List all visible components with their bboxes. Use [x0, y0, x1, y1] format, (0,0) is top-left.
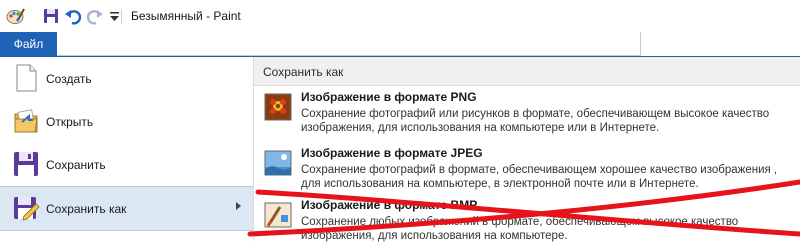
save-as-bmp-option[interactable]: Изображение в формате BMP Сохранение люб… — [254, 195, 800, 247]
ribbon-divider — [640, 32, 641, 56]
save-as-panel: Сохранить как Изображение в формате PNG … — [254, 57, 800, 242]
option-title: Изображение в формате PNG — [301, 90, 477, 104]
save-as-png-option[interactable]: Изображение в формате PNG Сохранение фот… — [254, 87, 800, 139]
option-description: Сохранение фотографий или рисунков в фор… — [301, 108, 770, 134]
menu-item-save-as[interactable]: Сохранить как — [0, 186, 253, 231]
save-as-jpeg-option[interactable]: Изображение в формате JPEG Сохранение фо… — [254, 143, 800, 195]
file-tab[interactable]: Файл — [0, 32, 57, 56]
customize-quick-access-icon[interactable] — [105, 6, 125, 26]
redo-icon[interactable] — [85, 6, 105, 26]
save-floppy-icon — [14, 152, 38, 176]
menu-item-label: Сохранить — [46, 157, 106, 172]
window-title: Безымянный - Paint — [131, 9, 241, 23]
bmp-image-icon — [264, 202, 292, 228]
save-as-icon — [14, 197, 40, 221]
png-image-icon — [264, 93, 292, 121]
file-menu: Создать Открыть Сохранить Сохранить как … — [0, 56, 800, 242]
jpeg-image-icon — [264, 150, 292, 176]
file-menu-commands: Создать Открыть Сохранить Сохранить как — [0, 57, 254, 241]
new-document-icon — [16, 64, 37, 92]
save-as-header-label: Сохранить как — [263, 65, 344, 79]
menu-item-open[interactable]: Открыть — [0, 100, 253, 143]
title-separator — [121, 9, 122, 24]
menu-item-label: Сохранить как — [46, 201, 127, 216]
option-description: Сохранение фотографий в формате, обеспеч… — [301, 164, 778, 190]
option-title: Изображение в формате BMP — [301, 198, 478, 212]
ribbon-tab-strip: Файл — [0, 32, 800, 56]
menu-item-new[interactable]: Создать — [0, 57, 253, 100]
option-title: Изображение в формате JPEG — [301, 146, 483, 160]
undo-icon[interactable] — [63, 6, 83, 26]
menu-item-label: Открыть — [46, 114, 94, 129]
title-bar: Безымянный - Paint — [0, 0, 800, 32]
paint-app-icon[interactable] — [6, 6, 26, 26]
submenu-arrow-icon — [236, 202, 241, 210]
save-icon[interactable] — [41, 6, 61, 26]
menu-item-save[interactable]: Сохранить — [0, 143, 253, 186]
option-description: Сохранение любых изображений в формате, … — [301, 216, 739, 242]
menu-item-label: Создать — [46, 71, 92, 86]
save-as-header: Сохранить как — [254, 57, 800, 86]
open-folder-icon — [14, 109, 38, 133]
